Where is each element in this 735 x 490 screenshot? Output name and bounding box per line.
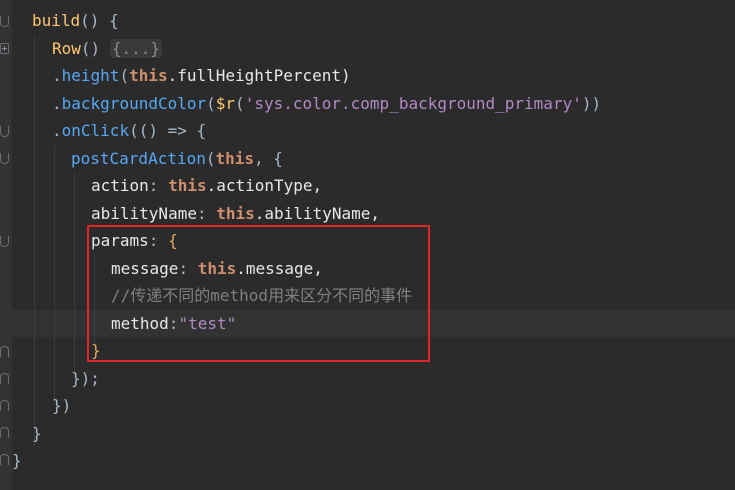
code-line: action: this.actionType,: [91, 172, 322, 199]
code-line: Row() {...}: [52, 35, 162, 62]
token: this: [168, 176, 207, 195]
token: .: [52, 66, 62, 85]
token: backgroundColor: [61, 94, 207, 113]
code-line: postCardAction(this, {: [71, 145, 283, 172]
code-line: }): [52, 392, 71, 419]
token: onClick: [61, 121, 130, 140]
token: abilityName: [91, 204, 197, 223]
token: build: [32, 11, 81, 30]
token: :: [196, 204, 217, 223]
token: (: [206, 94, 216, 113]
fold-toggle-icon[interactable]: [0, 400, 9, 411]
fold-toggle-icon[interactable]: [0, 454, 9, 465]
token: action: [91, 176, 149, 195]
folded-region[interactable]: {...}: [109, 39, 162, 58]
token: 'sys.color.comp_background_primary': [244, 94, 582, 113]
token: this: [129, 66, 168, 85]
token: .actionType,: [206, 176, 323, 195]
code-line: });: [71, 365, 100, 392]
token: Row: [52, 39, 81, 58]
fold-toggle-icon[interactable]: [0, 346, 9, 357]
code-line: }: [32, 420, 42, 447]
token: (: [205, 149, 216, 168]
fold-toggle-icon[interactable]: [0, 126, 9, 137]
token: (: [235, 94, 245, 113]
code-line: .height(this.fullHeightPercent): [52, 62, 351, 89]
code-line: }: [12, 447, 22, 474]
token: this: [216, 204, 255, 223]
token: }: [32, 424, 42, 443]
token: :: [148, 176, 169, 195]
token: height: [61, 66, 120, 85]
token: $r: [215, 94, 236, 113]
token: postCardAction: [71, 149, 206, 168]
token: });: [71, 369, 100, 388]
code-line: .onClick(() => {: [52, 117, 206, 144]
token: (() => {: [129, 121, 207, 140]
fold-toggle-icon[interactable]: [0, 236, 9, 247]
fold-expand-icon[interactable]: [0, 43, 9, 54]
code-line: .backgroundColor($r('sys.color.comp_back…: [52, 90, 601, 117]
fold-toggle-icon[interactable]: [0, 153, 9, 164]
annotation-highlight-box: [87, 225, 430, 362]
fold-toggle-icon[interactable]: [0, 427, 9, 438]
token: (): [80, 39, 110, 58]
token: .abilityName,: [254, 204, 380, 223]
token: .: [52, 94, 62, 113]
code-editor[interactable]: build() { Row() {...} .height(this.fullH…: [0, 0, 735, 490]
token: (: [119, 66, 130, 85]
indent-guide: [34, 36, 35, 446]
token: this: [215, 149, 255, 168]
code-line: build() {: [32, 7, 119, 34]
token: .: [52, 121, 62, 140]
indent-guide: [54, 145, 55, 405]
token: )): [581, 94, 602, 113]
indent-guide: [74, 172, 75, 377]
token: }: [12, 451, 22, 470]
token: .fullHeightPercent): [167, 66, 351, 85]
token: , {: [254, 149, 283, 168]
token: () {: [80, 11, 119, 30]
code-line: abilityName: this.abilityName,: [91, 200, 380, 227]
fold-toggle-icon[interactable]: [0, 16, 9, 27]
token: }): [52, 396, 72, 415]
fold-toggle-icon[interactable]: [0, 373, 9, 384]
